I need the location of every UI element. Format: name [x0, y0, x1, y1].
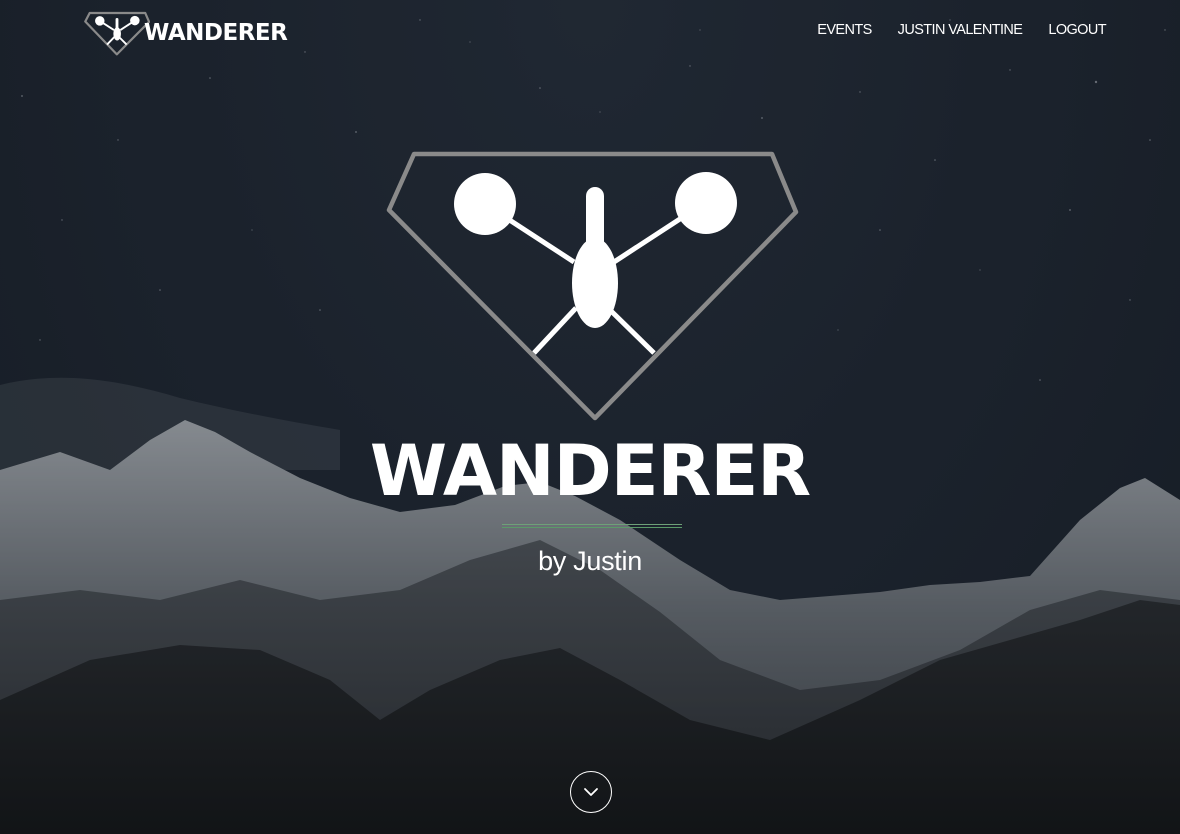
wanderer-emblem-icon — [386, 151, 799, 421]
nav-item-logout[interactable]: LOGOUT — [1048, 20, 1106, 40]
top-navigation: WANDERER EVENTS JUSTIN VALENTINE LOGOUT — [0, 0, 1180, 64]
brand-home-link[interactable]: WANDERER — [84, 6, 288, 62]
scroll-down-button[interactable] — [570, 771, 612, 813]
chevron-down-icon — [584, 788, 598, 796]
wanderer-logo-icon — [84, 11, 150, 56]
nav-links: EVENTS JUSTIN VALENTINE LOGOUT — [817, 20, 1106, 40]
hero-divider — [502, 524, 682, 528]
page: WANDERER EVENTS JUSTIN VALENTINE LOGOUT … — [0, 0, 1180, 834]
nav-item-events[interactable]: EVENTS — [817, 20, 872, 40]
hero-title: WANDERER — [369, 430, 811, 512]
hero-subtitle: by Justin — [538, 546, 642, 576]
nav-item-user-profile[interactable]: JUSTIN VALENTINE — [898, 20, 1023, 40]
brand-name: WANDERER — [144, 20, 288, 46]
